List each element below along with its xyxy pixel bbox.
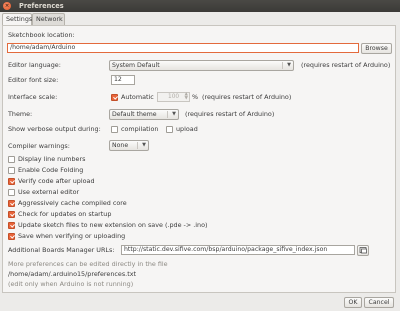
verbose-compilation-checkbox[interactable] [111,126,118,133]
option-label: Enable Code Folding [18,166,84,174]
editor-font-size-input[interactable]: 12 [111,75,135,85]
combo-separator [167,111,168,118]
spinner-arrows-icon: ▲ ▼ [184,92,188,101]
option-checkbox[interactable] [8,200,15,207]
combo-separator [137,142,138,149]
boards-manager-label: Additional Boards Manager URLs: [8,246,115,254]
automatic-scale-checkbox[interactable] [111,94,118,101]
option-label: Update sketch files to new extension on … [18,221,208,229]
combo-separator [282,62,283,69]
edit-warning-note: (edit only when Arduino is not running) [8,280,134,288]
interface-scale-label: Interface scale: [8,93,58,101]
verbose-upload-label: upload [176,125,198,133]
title-bar: × Preferences [0,0,400,12]
option-checkbox[interactable] [8,178,15,185]
option-label: Use external editor [18,188,80,196]
theme-label: Theme: [8,110,33,118]
compiler-warnings-label: Compiler warnings: [8,142,70,150]
close-icon[interactable]: × [3,2,11,10]
compiler-warnings-value: None [112,142,129,149]
verbose-upload-checkbox[interactable] [166,126,173,133]
compiler-warnings-select[interactable]: None ▼ [109,140,149,151]
option-checkbox[interactable] [8,156,15,163]
interface-scale-unit: % [192,93,199,101]
boards-manager-urls-input[interactable]: http://static.dev.sifive.com/bsp/arduino… [121,245,355,255]
editor-language-select[interactable]: System Default ▼ [109,60,294,71]
sketchbook-location-input[interactable]: /home/adam/Arduino [7,43,359,53]
chevron-down-icon: ▼ [287,62,291,68]
tab-settings[interactable]: Settings [2,13,32,25]
theme-select[interactable]: Default theme ▼ [109,109,179,120]
chevron-down-icon: ▼ [172,111,176,117]
interface-scale-value: 100 [168,94,180,100]
chevron-down-icon: ▼ [142,142,146,148]
editor-language-label: Editor language: [8,61,61,69]
option-label: Display line numbers [18,155,86,163]
tab-network[interactable]: Network [32,13,65,25]
option-label: Aggressively cache compiled core [18,199,127,207]
theme-value: Default theme [112,111,157,118]
option-label: Save when verifying or uploading [18,232,126,240]
editor-language-note: (requires restart of Arduino) [301,61,391,69]
theme-note: (requires restart of Arduino) [185,110,275,118]
sketchbook-label: Sketchbook location: [8,31,75,39]
option-checkbox[interactable] [8,222,15,229]
option-checkbox[interactable] [8,189,15,196]
window-list-icon[interactable] [357,245,369,256]
interface-scale-spinner[interactable]: 100 ▲ ▼ [157,92,190,102]
option-checkbox[interactable] [8,167,15,174]
automatic-scale-label: Automatic [121,93,154,101]
ok-button[interactable]: OK [344,297,362,308]
settings-panel: Sketchbook location: /home/adam/Arduino … [2,25,396,293]
editor-font-size-label: Editor font size: [8,76,59,84]
interface-scale-note: (requires restart of Arduino) [202,93,292,101]
option-label: Verify code after upload [18,177,95,185]
cancel-button[interactable]: Cancel [364,297,394,308]
option-label: Check for updates on startup [18,210,112,218]
preferences-file-path: /home/adam/.arduino15/preferences.txt [8,270,137,278]
preferences-file-note: More preferences can be edited directly … [8,260,168,268]
editor-language-value: System Default [112,62,160,69]
option-checkbox[interactable] [8,211,15,218]
browse-button[interactable]: Browse [361,43,392,54]
verbose-output-label: Show verbose output during: [8,125,101,133]
verbose-compilation-label: compilation [121,125,159,133]
window-title: Preferences [19,2,64,10]
option-checkbox[interactable] [8,233,15,240]
preferences-window: × Preferences Settings Network Sketchboo… [0,0,400,311]
